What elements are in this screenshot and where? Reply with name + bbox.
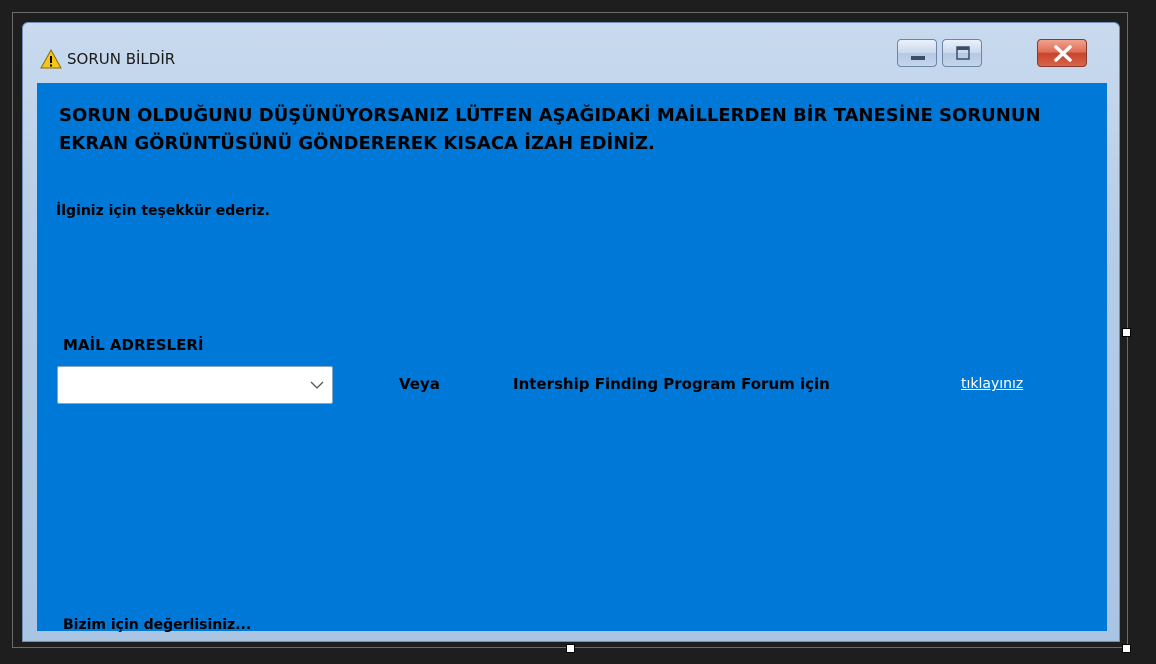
or-label: Veya [399, 375, 440, 393]
mail-address-dropdown[interactable] [57, 366, 333, 404]
warning-icon [40, 48, 62, 69]
instruction-heading: SORUN OLDUĞUNU DÜŞÜNÜYORSANIZ LÜTFEN AŞA… [59, 105, 1041, 154]
footer-text: Bizim için değerlisiniz... [63, 617, 252, 633]
maximize-button[interactable] [942, 39, 982, 67]
forum-label: Intership Finding Program Forum için [513, 375, 830, 393]
client-area: SORUN OLDUĞUNU DÜŞÜNÜYORSANIZ LÜTFEN AŞA… [37, 83, 1107, 633]
resize-handle-right[interactable] [1122, 328, 1131, 337]
resize-handle-corner[interactable] [1122, 644, 1131, 653]
dialog-window: SORUN BİLDİR SORUN OLDUĞUNU DÜŞÜNÜYORSAN… [22, 22, 1120, 642]
resize-handle-bottom[interactable] [566, 644, 575, 653]
minimize-button[interactable] [897, 39, 937, 67]
close-icon [1054, 45, 1072, 62]
close-button[interactable] [1037, 39, 1087, 67]
thanks-text: İlginiz için teşekkür ederiz. [56, 203, 270, 219]
title-bar[interactable]: SORUN BİLDİR [23, 23, 1119, 83]
mail-addresses-label: MAİL ADRESLERİ [63, 336, 204, 354]
minimize-icon [911, 56, 925, 60]
forum-link[interactable]: tıklayınız [961, 376, 1023, 392]
chevron-down-icon [310, 381, 324, 389]
maximize-icon [956, 46, 970, 60]
window-title: SORUN BİLDİR [67, 50, 176, 68]
